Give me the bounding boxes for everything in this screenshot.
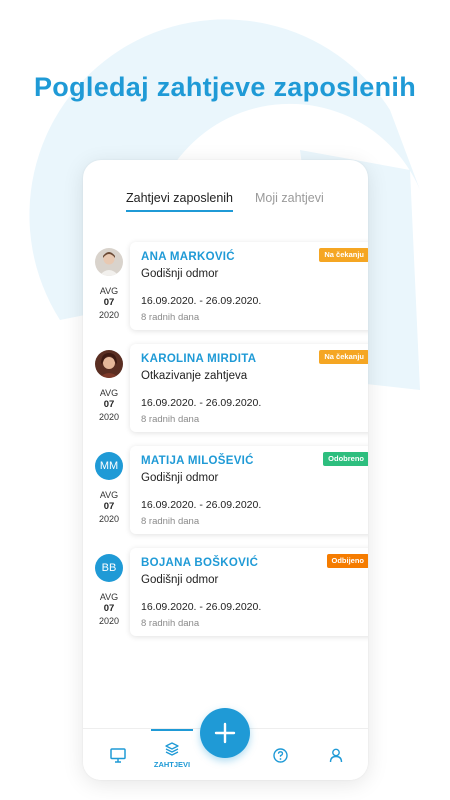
help-icon (272, 747, 288, 763)
request-card[interactable]: BOJANA BOŠKOVIĆ Godišnji odmor 16.09.202… (130, 548, 368, 636)
date-year: 2020 (98, 310, 120, 320)
add-request-button[interactable] (200, 708, 250, 758)
phone-screen: Zahtjevi zaposlenih Moji zahtjevi AVG 07… (83, 160, 368, 780)
status-badge: Na čekanju (319, 248, 368, 262)
user-icon (329, 748, 343, 762)
nav-requests[interactable]: ZAHTJEVI (151, 729, 193, 780)
date-range: 16.09.2020. - 26.09.2020. (141, 499, 262, 511)
list-item: BB AVG 07 2020 BOJANA BOŠKOVIĆ Godišnji … (83, 548, 368, 650)
date-day: 07 (103, 603, 115, 614)
date-range: 16.09.2020. - 26.09.2020. (141, 397, 262, 409)
date-month: AVG (99, 286, 119, 296)
date-column: MM AVG 07 2020 (93, 452, 125, 525)
tab-bar: Zahtjevi zaposlenih Moji zahtjevi (83, 190, 368, 216)
list-item: AVG 07 2020 KAROLINA MIRDITA Otkazivanje… (83, 344, 368, 446)
date-column: AVG 07 2020 (93, 350, 125, 423)
monitor-icon (110, 747, 126, 763)
date-day: 07 (103, 399, 115, 410)
request-card[interactable]: ANA MARKOVIĆ Godišnji odmor 16.09.2020. … (130, 242, 368, 330)
working-days: 8 radnih dana (141, 414, 200, 425)
request-list: AVG 07 2020 ANA MARKOVIĆ Godišnji odmor … (83, 242, 368, 650)
working-days: 8 radnih dana (141, 618, 200, 629)
date-range: 16.09.2020. - 26.09.2020. (141, 601, 262, 613)
avatar: BB (95, 554, 123, 582)
avatar-photo-icon (95, 350, 123, 378)
page-headline: Pogledaj zahtjeve zaposlenih (34, 72, 416, 102)
date-month: AVG (99, 388, 119, 398)
request-card[interactable]: MATIJA MILOŠEVIĆ Godišnji odmor 16.09.20… (130, 446, 368, 534)
avatar: MM (95, 452, 123, 480)
request-type: Godišnji odmor (141, 574, 219, 586)
date-column: AVG 07 2020 (93, 248, 125, 321)
avatar-photo-icon (95, 248, 123, 276)
date-year: 2020 (98, 514, 120, 524)
nav-profile[interactable] (319, 729, 353, 780)
status-badge: Na čekanju (319, 350, 368, 364)
status-badge: Odobreno (323, 452, 368, 466)
request-type: Godišnji odmor (141, 268, 219, 280)
working-days: 8 radnih dana (141, 312, 200, 323)
avatar (95, 350, 123, 378)
date-day: 07 (103, 501, 115, 512)
request-type: Otkazivanje zahtjeva (141, 370, 248, 382)
layers-icon (165, 741, 179, 756)
nav-help[interactable] (263, 729, 297, 780)
date-range: 16.09.2020. - 26.09.2020. (141, 295, 262, 307)
list-item: AVG 07 2020 ANA MARKOVIĆ Godišnji odmor … (83, 242, 368, 344)
request-type: Godišnji odmor (141, 472, 219, 484)
status-badge: Odbijeno (326, 554, 368, 568)
tab-my-requests[interactable]: Moji zahtjevi (255, 190, 324, 212)
working-days: 8 radnih dana (141, 516, 200, 527)
request-card[interactable]: KAROLINA MIRDITA Otkazivanje zahtjeva 16… (130, 344, 368, 432)
nav-active-indicator (151, 729, 193, 731)
date-year: 2020 (98, 616, 120, 626)
avatar (95, 248, 123, 276)
tab-employee-requests[interactable]: Zahtjevi zaposlenih (126, 190, 234, 212)
nav-requests-label: ZAHTJEVI (153, 759, 191, 769)
list-item: MM AVG 07 2020 MATIJA MILOŠEVIĆ Godišnji… (83, 446, 368, 548)
date-month: AVG (99, 592, 119, 602)
date-day: 07 (103, 297, 115, 308)
plus-icon (214, 722, 236, 744)
date-column: BB AVG 07 2020 (93, 554, 125, 627)
date-year: 2020 (98, 412, 120, 422)
date-month: AVG (99, 490, 119, 500)
nav-dashboard[interactable] (101, 729, 135, 780)
